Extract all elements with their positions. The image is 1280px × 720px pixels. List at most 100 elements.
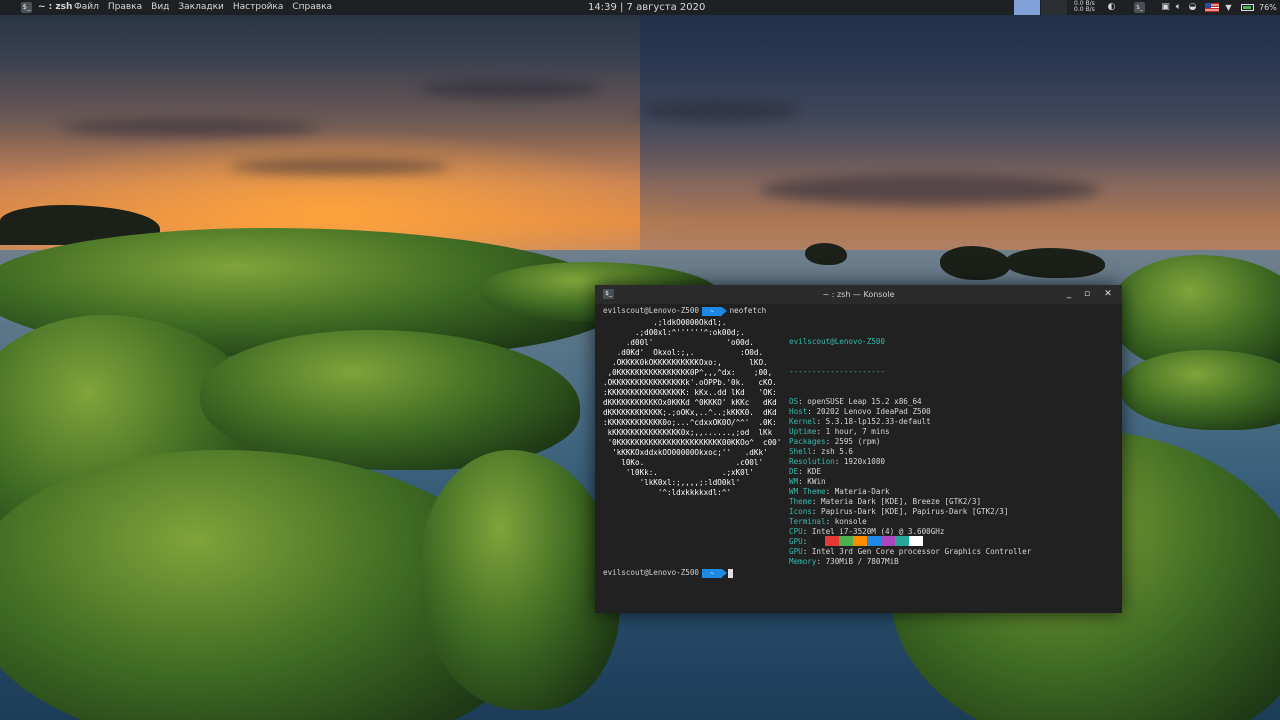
keyboard-layout-flag-icon[interactable] bbox=[1205, 3, 1219, 12]
info-key: Kernel bbox=[789, 417, 817, 426]
info-value: : 1 hour, 7 mins bbox=[816, 427, 890, 436]
volume-icon[interactable]: 🔈︎ bbox=[1173, 2, 1184, 13]
logo-line: .;ldkO0000Okdl;. bbox=[603, 318, 727, 327]
cloud bbox=[230, 160, 450, 174]
menu-file[interactable]: Файл bbox=[74, 0, 99, 15]
info-key: Icons bbox=[789, 507, 812, 516]
info-value: : KWin bbox=[798, 477, 826, 486]
wifi-icon[interactable]: ◒ bbox=[1187, 2, 1198, 13]
system-info: evilscout@Lenovo-Z500 ------------------… bbox=[789, 317, 1031, 587]
info-row: Terminal: konsole bbox=[789, 517, 1031, 527]
info-key: Uptime bbox=[789, 427, 817, 436]
logo-line: dKKKKKKKKKKKOx0KKKd ^0KKKO' kKKc dKd bbox=[603, 398, 777, 407]
text-cursor bbox=[728, 568, 734, 578]
info-key: GPU bbox=[789, 537, 803, 546]
info-key: Terminal bbox=[789, 517, 826, 526]
info-row: Resolution: 1920x1080 bbox=[789, 457, 1031, 467]
info-row: Uptime: 1 hour, 7 mins bbox=[789, 427, 1031, 437]
info-value: : zsh 5.6 bbox=[811, 447, 854, 456]
info-value: : Materia-Dark bbox=[825, 487, 890, 496]
logo-line: ,0KKKKKKKKKKKKKKKK0P^,,,^dx: ;00, bbox=[603, 368, 773, 377]
info-key: Memory bbox=[789, 557, 817, 566]
virtual-desktop-2[interactable] bbox=[1041, 0, 1067, 15]
clock[interactable]: 14:39 | 7 августа 2020 bbox=[588, 0, 705, 15]
info-separator: --------------------- bbox=[789, 367, 886, 376]
logo-line: 'l0Kk:. .;xK0l' bbox=[603, 468, 754, 477]
info-value: : openSUSE Leap 15.2 x86_64 bbox=[798, 397, 922, 406]
battery-percentage: 76% bbox=[1259, 3, 1277, 12]
info-value: : Intel 3rd Gen Core processor Graphics … bbox=[802, 547, 1032, 556]
terminal-tray-icon[interactable]: $_ bbox=[1134, 2, 1145, 13]
info-row: DE: KDE bbox=[789, 467, 1031, 477]
prompt-line: evilscout@Lenovo-Z500 ~ neofetch bbox=[603, 306, 766, 316]
prompt-arrow: ~ bbox=[702, 306, 728, 316]
prompt-user: evilscout@Lenovo-Z500 bbox=[603, 568, 700, 577]
cloud bbox=[420, 80, 600, 98]
palette-swatch bbox=[811, 536, 825, 546]
palette-swatch bbox=[839, 536, 853, 546]
close-button[interactable]: ✕ bbox=[1102, 285, 1114, 304]
menu-help[interactable]: Справка bbox=[292, 0, 332, 15]
info-value: : 730MiB / 7807MiB bbox=[816, 557, 899, 566]
palette-swatch bbox=[881, 536, 895, 546]
info-key: GPU bbox=[789, 547, 803, 556]
terminal-area[interactable]: evilscout@Lenovo-Z500 ~ neofetch .;ldkO00… bbox=[603, 306, 1122, 613]
terminal-icon[interactable]: $_ bbox=[21, 2, 32, 13]
menu-view[interactable]: Вид bbox=[151, 0, 169, 15]
window-titlebar[interactable]: $_ ~ : zsh — Konsole _ ▫ ✕ bbox=[595, 285, 1122, 304]
prompt-line: evilscout@Lenovo-Z500 ~ bbox=[603, 568, 734, 578]
info-user: evilscout@Lenovo-Z500 bbox=[789, 337, 886, 346]
media-icon[interactable]: ▣ bbox=[1160, 2, 1171, 13]
menu-settings[interactable]: Настройка bbox=[233, 0, 284, 15]
logo-line: 'kKKKOxddxkOO00000Okxoc;'' .dKk' bbox=[603, 448, 768, 457]
distant-rock bbox=[805, 243, 847, 265]
palette-swatch bbox=[825, 536, 839, 546]
info-row: Shell: zsh 5.6 bbox=[789, 447, 1031, 457]
battery-icon[interactable] bbox=[1241, 4, 1254, 11]
info-key: Theme bbox=[789, 497, 812, 506]
logo-line: '^:ldxkkkkxdl:^' bbox=[603, 488, 732, 497]
command-text: neofetch bbox=[729, 306, 767, 315]
menu-edit[interactable]: Правка bbox=[108, 0, 142, 15]
info-key: OS bbox=[789, 397, 799, 406]
palette-swatch bbox=[909, 536, 923, 546]
info-key: DE bbox=[789, 467, 799, 476]
info-key: Host bbox=[789, 407, 808, 416]
info-row: OS: openSUSE Leap 15.2 x86_64 bbox=[789, 397, 1031, 407]
info-key: Shell bbox=[789, 447, 812, 456]
logo-line: dKKKKKKKKKKKK;.;oOKx,..^..;kKKK0. dKd bbox=[603, 408, 777, 417]
info-row: Theme: Materia Dark [KDE], Breeze [GTK2/… bbox=[789, 497, 1031, 507]
info-value: : 20202 Lenovo IdeaPad Z500 bbox=[807, 407, 931, 416]
distant-rock bbox=[940, 246, 1010, 280]
net-down-speed: 0.0 B/s bbox=[1074, 6, 1095, 13]
info-row: Kernel: 5.3.18-lp152.33-default bbox=[789, 417, 1031, 427]
info-row: GPU: Intel 3rd Gen Core processor Graphi… bbox=[789, 547, 1031, 557]
konsole-window[interactable]: $_ ~ : zsh — Konsole _ ▫ ✕ evilscout@Len… bbox=[595, 285, 1122, 613]
info-value: : 5.3.18-lp152.33-default bbox=[816, 417, 931, 426]
cloud bbox=[60, 120, 320, 136]
virtual-desktop-1[interactable] bbox=[1014, 0, 1040, 15]
logo-line: .d00l' 'o00d. bbox=[603, 338, 754, 347]
info-value: : KDE bbox=[798, 467, 822, 476]
menu-bookmarks[interactable]: Закладки bbox=[178, 0, 224, 15]
info-value: : konsole bbox=[825, 517, 867, 526]
logo-line: .OKKKK0kOKKKKKKKKKKOxo:, lKO. bbox=[603, 358, 768, 367]
prompt-arrow: ~ bbox=[702, 568, 728, 578]
logo-line: .OKKKKKKKKKKKKKKKKk'.oOPPb.'0k. cKO. bbox=[603, 378, 777, 387]
palette-swatch bbox=[895, 536, 909, 546]
maximize-button[interactable]: ▫ bbox=[1081, 285, 1093, 304]
info-value: : 1920x1080 bbox=[834, 457, 886, 466]
logo-line: l0Ko. .c00l' bbox=[603, 458, 764, 467]
top-panel: $_ ~ : zsh Файл Правка Вид Закладки Наст… bbox=[0, 0, 1280, 15]
prompt-user: evilscout@Lenovo-Z500 bbox=[603, 306, 700, 315]
minimize-button[interactable]: _ bbox=[1063, 285, 1075, 304]
palette-swatch bbox=[853, 536, 867, 546]
cloud bbox=[640, 100, 800, 122]
active-app-title: ~ : zsh bbox=[38, 2, 73, 12]
opensuse-ascii-logo: .;ldkO0000Okdl;. .;d00xl:^''''''^:ok00d;… bbox=[603, 318, 781, 498]
steam-icon[interactable]: ◐ bbox=[1106, 2, 1117, 13]
chevron-down-icon[interactable]: ▼ bbox=[1223, 2, 1234, 13]
logo-line: :KKKKKKKKKKKKKKKKK: kKx..dd lKd 'OK: bbox=[603, 388, 777, 397]
logo-line: .;d00xl:^''''''^:ok00d;. bbox=[603, 328, 745, 337]
info-key: Resolution bbox=[789, 457, 835, 466]
